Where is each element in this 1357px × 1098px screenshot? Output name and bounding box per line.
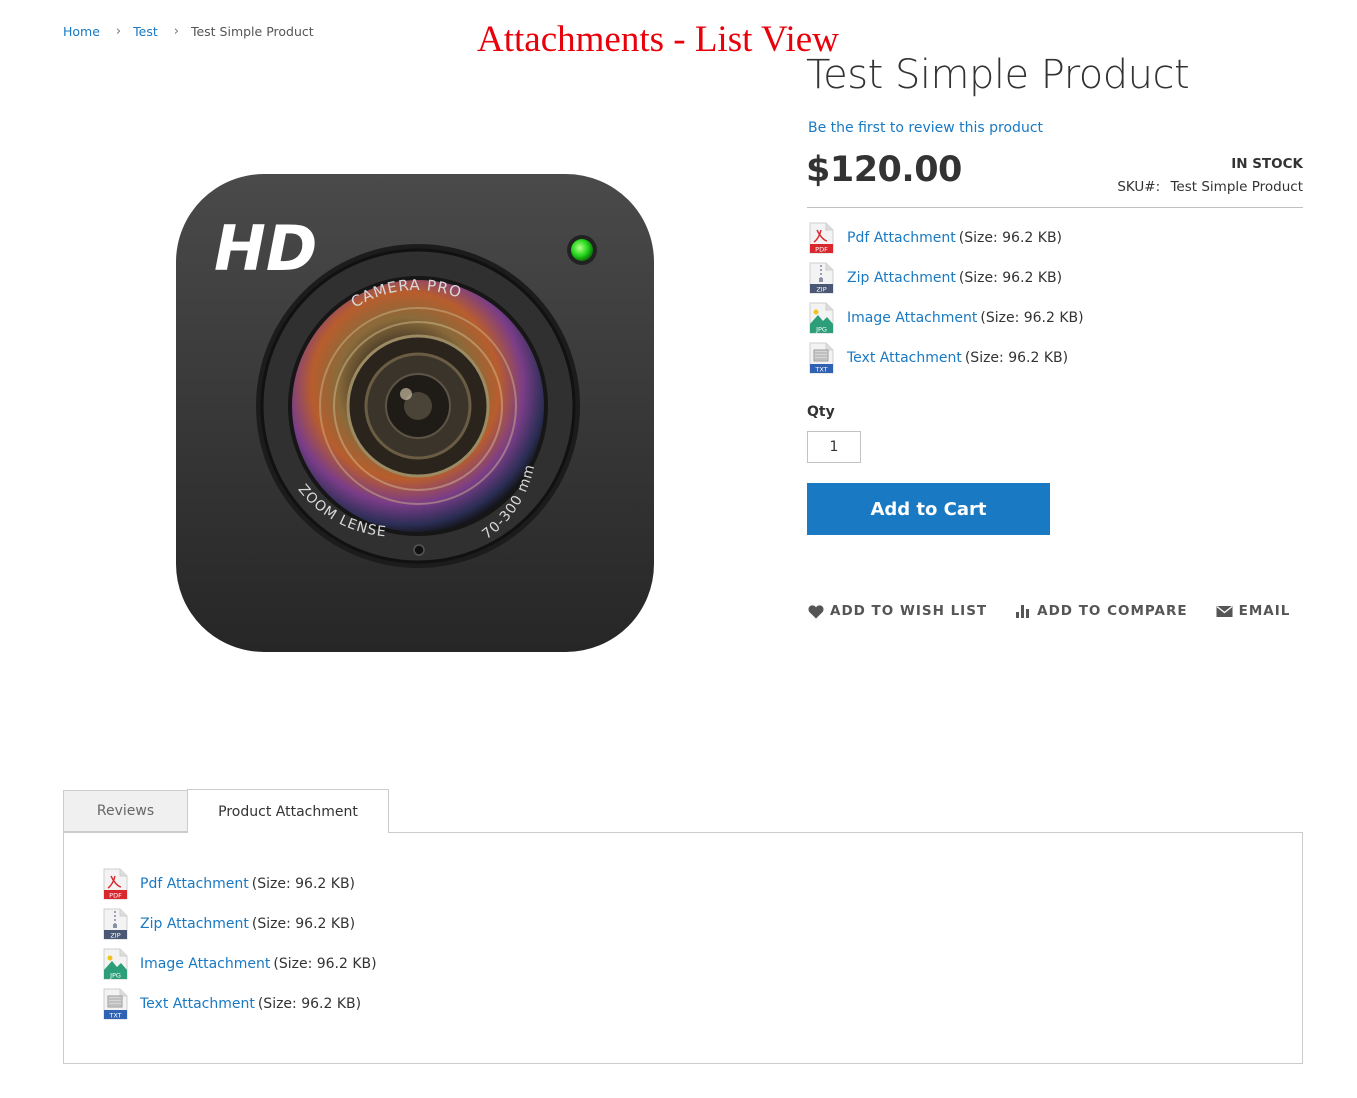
image-attachment-link[interactable]: Image Attachment [847, 310, 977, 326]
pdf-file-icon: PDF [809, 222, 834, 254]
file-badge: TXT [108, 1012, 121, 1020]
file-size: (Size: 96.2 KB) [257, 996, 362, 1012]
sku-value: Test Simple Product [1170, 179, 1303, 195]
add-to-cart-button[interactable]: Add to Cart [807, 483, 1050, 535]
file-badge: ZIP [110, 932, 120, 940]
product-price: $120.00 [806, 150, 962, 190]
zip-attachment-link[interactable]: Zip Attachment [140, 916, 249, 932]
file-size: (Size: 96.2 KB) [980, 310, 1084, 326]
list-item: JPG Image Attachment (Size: 96.2 KB) [101, 944, 377, 984]
chevron-right-icon: › [173, 24, 179, 39]
file-badge: JPG [815, 326, 827, 334]
page-title: Test Simple Product [806, 52, 1190, 98]
tab-product-attachment[interactable]: Product Attachment [187, 789, 389, 833]
list-item: ZIP Zip Attachment (Size: 96.2 KB) [807, 258, 1084, 298]
file-size: (Size: 96.2 KB) [958, 230, 1063, 246]
overlay-banner-title: Attachments - List View [477, 19, 839, 60]
file-size: (Size: 96.2 KB) [964, 350, 1069, 366]
list-item: TXT Text Attachment (Size: 96.2 KB) [101, 984, 377, 1024]
wishlist-label: Add to Wish List [830, 603, 988, 619]
jpg-file-icon: JPG [103, 948, 128, 980]
review-link[interactable]: Be the first to review this product [808, 120, 1043, 136]
txt-file-icon: TXT [809, 342, 834, 374]
pdf-attachment-link[interactable]: Pdf Attachment [847, 230, 956, 246]
file-badge: ZIP [816, 286, 826, 294]
email-button[interactable]: Email [1216, 603, 1291, 619]
stock-status: IN STOCK [1231, 156, 1303, 172]
zip-file-icon: ZIP [809, 262, 834, 294]
heart-icon [808, 604, 824, 618]
text-attachment-link[interactable]: Text Attachment [847, 350, 962, 366]
breadcrumb-current: Test Simple Product [190, 24, 314, 39]
status-led-icon [571, 239, 593, 261]
file-size: (Size: 96.2 KB) [251, 876, 356, 892]
breadcrumb-home-link[interactable]: Home [63, 24, 100, 39]
zip-attachment-link[interactable]: Zip Attachment [847, 270, 956, 286]
jpg-file-icon: JPG [809, 302, 834, 334]
envelope-icon [1216, 605, 1233, 617]
add-to-compare-button[interactable]: Add to Compare [1015, 603, 1187, 619]
list-item: JPG Image Attachment (Size: 96.2 KB) [807, 298, 1084, 338]
chevron-right-icon: › [115, 24, 122, 39]
breadcrumb-category-link[interactable]: Test [133, 24, 158, 39]
file-badge: PDF [109, 892, 122, 900]
product-image[interactable]: HD CAMERA PRO 70-300 mm ZOOM LENSE [176, 174, 654, 652]
qty-input[interactable] [807, 431, 861, 463]
product-attachment-panel: PDF Pdf Attachment (Size: 96.2 KB) ZIP Z… [63, 832, 1303, 1064]
file-size: (Size: 96.2 KB) [958, 270, 1063, 286]
file-badge: JPG [109, 972, 121, 980]
txt-file-icon: TXT [103, 988, 128, 1020]
zip-file-icon: ZIP [103, 908, 128, 940]
file-size: (Size: 96.2 KB) [251, 916, 356, 932]
email-label: Email [1238, 603, 1291, 619]
list-item: TXT Text Attachment (Size: 96.2 KB) [807, 338, 1084, 378]
bar-chart-icon [1016, 605, 1030, 618]
text-attachment-link[interactable]: Text Attachment [140, 996, 255, 1012]
compare-label: Add to Compare [1037, 603, 1188, 619]
breadcrumb: Home › Test › Test Simple Product [63, 24, 314, 39]
attachment-list: PDF Pdf Attachment (Size: 96.2 KB) ZIP Z… [101, 864, 377, 1024]
tab-reviews[interactable]: Reviews [63, 790, 187, 832]
file-size: (Size: 96.2 KB) [273, 956, 377, 972]
pdf-attachment-link[interactable]: Pdf Attachment [140, 876, 249, 892]
file-badge: PDF [815, 246, 828, 254]
image-attachment-link[interactable]: Image Attachment [140, 956, 270, 972]
product-sku: SKU#: Test Simple Product [1117, 179, 1303, 195]
list-item: PDF Pdf Attachment (Size: 96.2 KB) [807, 218, 1084, 258]
sku-label: SKU#: [1117, 179, 1161, 195]
list-item: PDF Pdf Attachment (Size: 96.2 KB) [101, 864, 377, 904]
qty-label: Qty [807, 404, 835, 420]
product-tabs: Reviews Product Attachment [63, 789, 389, 833]
pdf-file-icon: PDF [103, 868, 128, 900]
product-social-actions: Add to Wish List Add to Compare Email [808, 603, 1318, 619]
file-badge: TXT [814, 366, 827, 374]
attachment-list: PDF Pdf Attachment (Size: 96.2 KB) ZIP Z… [807, 218, 1084, 378]
divider [807, 207, 1303, 208]
add-to-wishlist-button[interactable]: Add to Wish List [808, 603, 987, 619]
list-item: ZIP Zip Attachment (Size: 96.2 KB) [101, 904, 377, 944]
hd-label: HD [214, 212, 317, 285]
